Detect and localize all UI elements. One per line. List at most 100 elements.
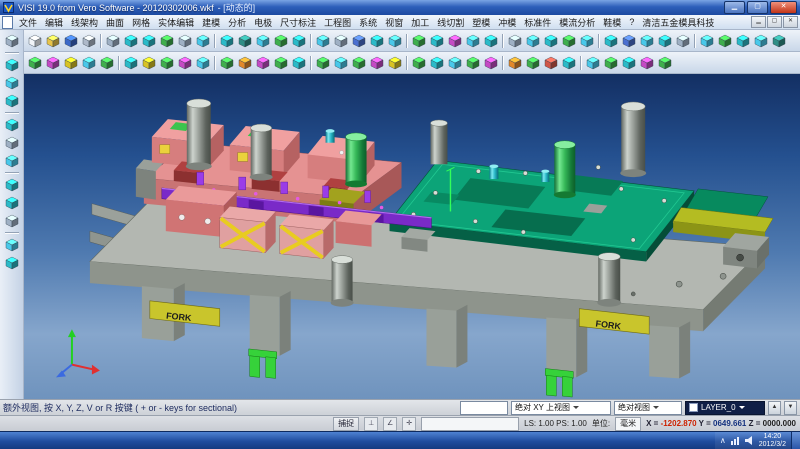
- cad-tool-icon[interactable]: [158, 32, 176, 50]
- cad-tool-icon[interactable]: [3, 152, 21, 170]
- cad-tool-icon[interactable]: [716, 32, 734, 50]
- cad-tool-icon[interactable]: [506, 54, 524, 72]
- cad-tool-icon[interactable]: [638, 54, 656, 72]
- menu-item[interactable]: 实体编辑: [154, 16, 198, 29]
- cad-tool-icon[interactable]: [140, 32, 158, 50]
- menu-item[interactable]: 标准件: [520, 16, 555, 29]
- cad-tool-icon[interactable]: [3, 116, 21, 134]
- menu-item[interactable]: ?: [625, 17, 638, 27]
- cad-tool-icon[interactable]: [350, 32, 368, 50]
- cad-tool-icon[interactable]: [80, 54, 98, 72]
- cad-tool-icon[interactable]: [236, 54, 254, 72]
- cad-tool-icon[interactable]: [734, 32, 752, 50]
- cad-tool-icon[interactable]: [620, 54, 638, 72]
- cad-tool-icon[interactable]: [560, 54, 578, 72]
- cad-tool-icon[interactable]: [26, 54, 44, 72]
- grid-snap-icon[interactable]: ✛: [402, 417, 416, 431]
- mdi-restore-button[interactable]: ▢: [767, 16, 782, 28]
- menu-item[interactable]: 视窗: [381, 16, 407, 29]
- cad-tool-icon[interactable]: [506, 32, 524, 50]
- cad-tool-icon[interactable]: [3, 32, 21, 50]
- cad-tool-icon[interactable]: [350, 54, 368, 72]
- menu-item[interactable]: 工程图: [320, 16, 355, 29]
- command-input[interactable]: [460, 401, 508, 415]
- cad-tool-icon[interactable]: [3, 56, 21, 74]
- cad-tool-icon[interactable]: [272, 32, 290, 50]
- menu-item[interactable]: 电极: [250, 16, 276, 29]
- cad-tool-icon[interactable]: [620, 32, 638, 50]
- layer-up-button[interactable]: ▲: [768, 401, 781, 415]
- cad-tool-icon[interactable]: [290, 32, 308, 50]
- cad-tool-icon[interactable]: [386, 32, 404, 50]
- cad-tool-icon[interactable]: [482, 54, 500, 72]
- snap-toggle-button[interactable]: 捕捉: [333, 417, 359, 431]
- menu-item[interactable]: 模流分析: [555, 16, 599, 29]
- menu-item[interactable]: 塑模: [468, 16, 494, 29]
- cad-tool-icon[interactable]: [770, 32, 788, 50]
- cad-tool-icon[interactable]: [482, 32, 500, 50]
- view-mode-combo[interactable]: 绝对 XY 上视图: [511, 401, 611, 415]
- cad-tool-icon[interactable]: [314, 54, 332, 72]
- cad-tool-icon[interactable]: [254, 32, 272, 50]
- cad-tool-icon[interactable]: [368, 32, 386, 50]
- cad-tool-icon[interactable]: [428, 54, 446, 72]
- menu-item[interactable]: 尺寸标注: [276, 16, 320, 29]
- cad-tool-icon[interactable]: [578, 32, 596, 50]
- cad-tool-icon[interactable]: [3, 74, 21, 92]
- cad-tool-icon[interactable]: [368, 54, 386, 72]
- menu-item[interactable]: 分析: [224, 16, 250, 29]
- cad-tool-icon[interactable]: [428, 32, 446, 50]
- cad-tool-icon[interactable]: [602, 54, 620, 72]
- cad-tool-icon[interactable]: [3, 212, 21, 230]
- cad-tool-icon[interactable]: [674, 32, 692, 50]
- cad-tool-icon[interactable]: [98, 54, 116, 72]
- menu-item[interactable]: 曲面: [102, 16, 128, 29]
- snap-value-field[interactable]: [421, 417, 519, 431]
- menu-item[interactable]: 建模: [198, 16, 224, 29]
- menu-item[interactable]: 网格: [128, 16, 154, 29]
- menu-item[interactable]: 文件: [15, 16, 41, 29]
- cad-tool-icon[interactable]: [272, 54, 290, 72]
- menu-item[interactable]: 冲模: [494, 16, 520, 29]
- cad-tool-icon[interactable]: [656, 32, 674, 50]
- show-desktop-button[interactable]: [791, 432, 800, 449]
- cad-tool-icon[interactable]: [218, 32, 236, 50]
- cad-tool-icon[interactable]: [290, 54, 308, 72]
- menu-item[interactable]: 鞋模: [599, 16, 625, 29]
- cad-tool-icon[interactable]: [3, 176, 21, 194]
- cad-tool-icon[interactable]: [44, 54, 62, 72]
- cad-tool-icon[interactable]: [158, 54, 176, 72]
- viewport-3d-scene[interactable]: FORK FORK: [24, 74, 800, 399]
- cad-tool-icon[interactable]: [104, 32, 122, 50]
- cad-tool-icon[interactable]: [254, 54, 272, 72]
- cad-tool-icon[interactable]: [698, 32, 716, 50]
- cad-tool-icon[interactable]: [446, 32, 464, 50]
- cad-tool-icon[interactable]: [3, 194, 21, 212]
- cad-tool-icon[interactable]: [3, 254, 21, 272]
- close-button[interactable]: ✕: [770, 1, 797, 14]
- cad-tool-icon[interactable]: [332, 32, 350, 50]
- angle-snap-icon[interactable]: ∠: [383, 417, 397, 431]
- cad-tool-icon[interactable]: [26, 32, 44, 50]
- network-icon[interactable]: [731, 436, 740, 445]
- cad-tool-icon[interactable]: [584, 54, 602, 72]
- cad-tool-icon[interactable]: [3, 236, 21, 254]
- menu-item[interactable]: 线架构: [67, 16, 102, 29]
- cad-tool-icon[interactable]: [752, 32, 770, 50]
- cad-tool-icon[interactable]: [122, 32, 140, 50]
- cad-tool-icon[interactable]: [410, 54, 428, 72]
- cad-tool-icon[interactable]: [140, 54, 158, 72]
- menu-item[interactable]: 加工: [407, 16, 433, 29]
- mdi-close-button[interactable]: ✕: [783, 16, 798, 28]
- cad-tool-icon[interactable]: [194, 32, 212, 50]
- cad-tool-icon[interactable]: [446, 54, 464, 72]
- coord-mode-combo[interactable]: 绝对视图: [614, 401, 682, 415]
- layer-combo[interactable]: LAYER_0: [685, 401, 765, 415]
- cad-tool-icon[interactable]: [524, 54, 542, 72]
- windows-taskbar[interactable]: ∧ 14:20 2012/3/2: [0, 431, 800, 449]
- volume-icon[interactable]: [745, 436, 754, 445]
- cad-tool-icon[interactable]: [62, 54, 80, 72]
- menu-item[interactable]: 清洁五金模具科技: [638, 16, 718, 29]
- cad-tool-icon[interactable]: [638, 32, 656, 50]
- cad-tool-icon[interactable]: [44, 32, 62, 50]
